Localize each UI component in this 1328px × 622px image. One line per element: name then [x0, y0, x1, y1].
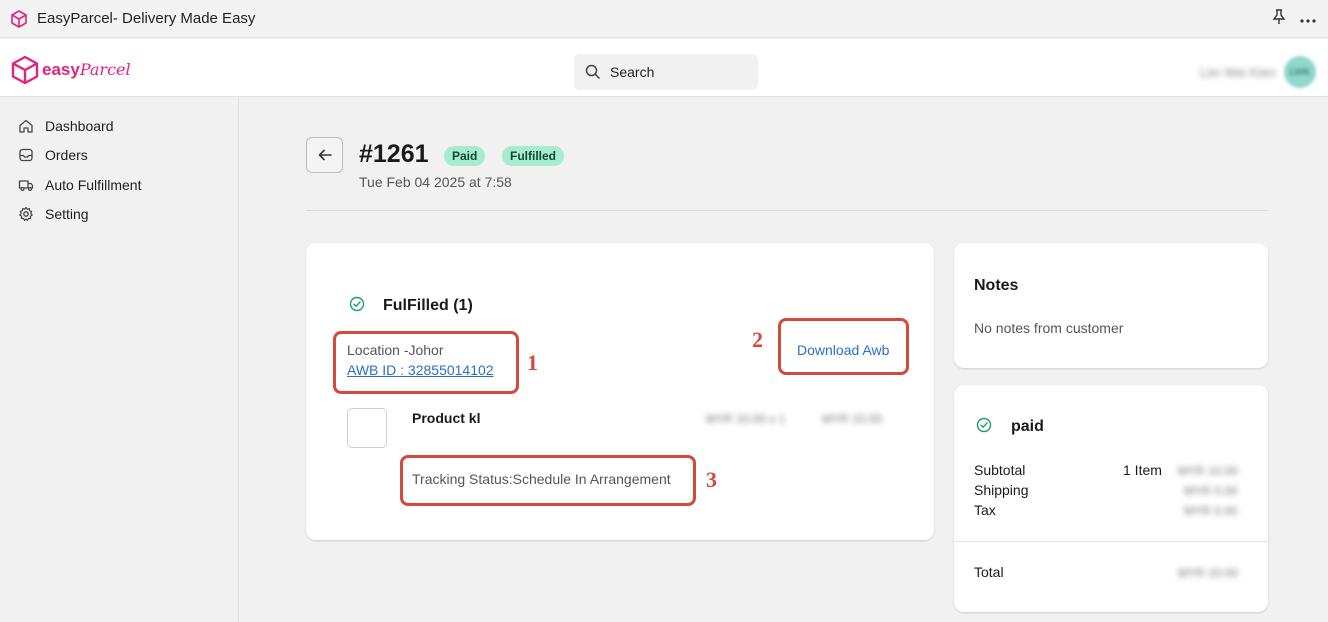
annotation-box-3 — [400, 455, 696, 506]
product-unit-price: MYR 10.00 x 1 — [706, 412, 786, 426]
search-input[interactable]: Search — [574, 54, 758, 90]
annotation-box-1 — [333, 331, 519, 394]
shipping-value: MYR 0.00 — [1184, 484, 1238, 498]
truck-icon — [18, 180, 34, 192]
sidebar-item-label: Setting — [45, 206, 89, 222]
sidebar-item-orders[interactable]: Orders — [18, 145, 88, 165]
notes-title: Notes — [974, 277, 1019, 294]
easyparcel-logo[interactable]: easyParcel — [10, 55, 131, 85]
notes-card — [954, 243, 1268, 368]
sidebar-item-label: Dashboard — [45, 118, 114, 134]
app-header: easyParcel Search Lim Wei Kien LWK — [0, 39, 1328, 97]
search-icon — [585, 64, 601, 80]
back-button[interactable] — [306, 137, 343, 173]
avatar[interactable]: LWK — [1284, 56, 1316, 88]
payment-status-title: paid — [1011, 418, 1044, 435]
user-name: Lim Wei Kien — [1199, 64, 1276, 80]
total-label: Total — [974, 564, 1004, 580]
annotation-number-2: 2 — [752, 327, 763, 352]
fulfilled-title: FulFilled (1) — [383, 297, 473, 314]
sidebar-item-label: Orders — [45, 147, 88, 163]
sidebar-item-setting[interactable]: Setting — [18, 204, 89, 224]
logo-box-icon — [11, 55, 39, 85]
annotation-number-1: 1 — [527, 350, 538, 375]
subtotal-quantity: 1 Item — [1123, 462, 1162, 478]
user-menu[interactable]: Lim Wei Kien LWK — [1200, 56, 1316, 88]
more-horizontal-icon[interactable] — [1300, 10, 1316, 28]
product-thumbnail — [347, 408, 387, 448]
window-titlebar: EasyParcel- Delivery Made Easy — [0, 0, 1328, 38]
check-circle-icon — [976, 417, 992, 433]
product-total: MYR 10.00 — [822, 412, 883, 426]
fulfilled-badge: Fulfilled — [502, 146, 564, 166]
subtotal-value: MYR 10.00 — [1178, 464, 1239, 478]
gear-icon — [19, 206, 33, 221]
subtotal-label: Subtotal — [974, 462, 1026, 478]
search-placeholder: Search — [610, 64, 655, 80]
sidebar-item-dashboard[interactable]: Dashboard — [18, 116, 114, 136]
header-divider — [306, 210, 1268, 211]
annotation-number-3: 3 — [706, 467, 717, 492]
total-value: MYR 10.00 — [1178, 566, 1239, 580]
product-name: Product kl — [412, 410, 481, 426]
inbox-icon — [19, 148, 33, 162]
shipping-label: Shipping — [974, 482, 1029, 498]
sidebar: Dashboard Orders Auto Fulfillment Settin… — [0, 97, 239, 622]
tax-label: Tax — [974, 502, 996, 518]
tax-value: MYR 0.00 — [1184, 504, 1238, 518]
paid-badge: Paid — [444, 146, 486, 166]
sidebar-item-auto-fulfillment[interactable]: Auto Fulfillment — [18, 175, 141, 195]
arrow-left-icon — [318, 149, 332, 161]
logo-text: easyParcel — [42, 60, 131, 79]
pin-icon[interactable] — [1272, 8, 1286, 30]
annotation-box-2 — [778, 318, 909, 375]
package-icon — [9, 9, 29, 29]
notes-text: No notes from customer — [974, 320, 1124, 336]
order-number: #1261 — [359, 140, 429, 168]
check-circle-icon — [349, 296, 365, 312]
home-icon — [19, 119, 33, 133]
order-date: Tue Feb 04 2025 at 7:58 — [359, 174, 512, 190]
payment-divider — [954, 541, 1268, 542]
sidebar-item-label: Auto Fulfillment — [45, 177, 142, 193]
window-title: EasyParcel- Delivery Made Easy — [37, 10, 256, 27]
